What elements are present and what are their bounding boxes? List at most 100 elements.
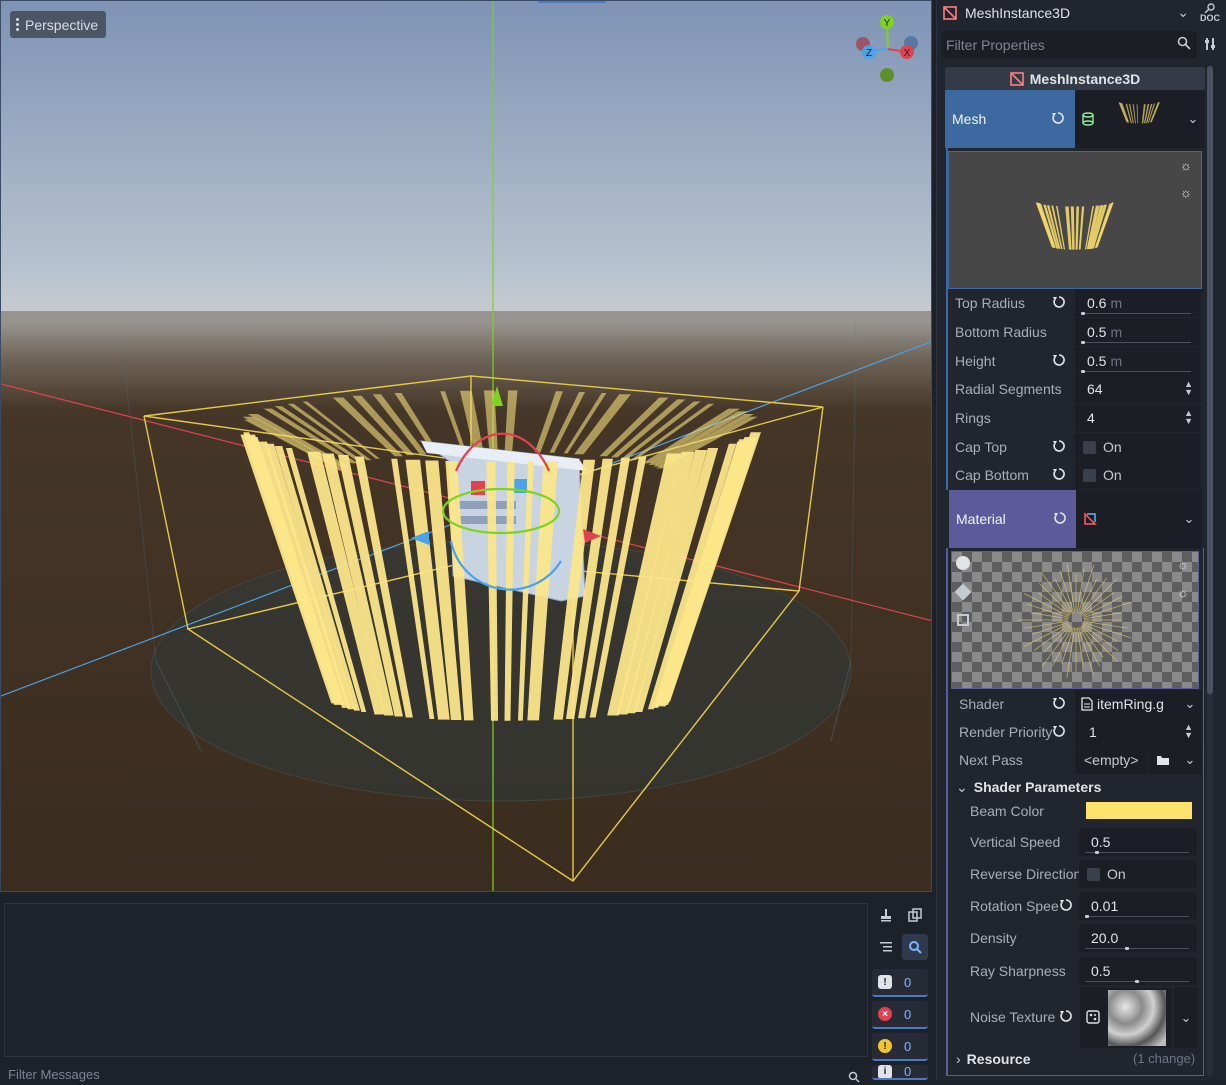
spin-arrows-icon[interactable]: ▲ ▼ — [1184, 380, 1193, 397]
checkbox-icon[interactable] — [1087, 868, 1100, 881]
3d-viewport[interactable]: Perspective Y Z X — [0, 0, 932, 892]
revert-icon[interactable] — [1052, 724, 1068, 740]
slider-knob[interactable] — [1095, 851, 1099, 854]
beam-color-swatch[interactable] — [1086, 802, 1192, 819]
slider-knob[interactable] — [1135, 980, 1139, 983]
next-pass-dropdown-button[interactable]: ⌄ — [1178, 746, 1202, 774]
render-priority-spinbox[interactable]: 1 ▲ ▼ — [1075, 718, 1201, 746]
mesh-dropdown-button[interactable]: ⌄ — [1181, 90, 1205, 148]
filter-messages-toggle[interactable]: ! 0 — [872, 969, 928, 997]
resource-section[interactable]: › Resource — [956, 1051, 1030, 1067]
output-log[interactable] — [4, 903, 868, 1057]
copy-output-button[interactable] — [902, 902, 928, 928]
rings-spinbox[interactable]: 4 ▲ ▼ — [1075, 404, 1201, 432]
material-property-header[interactable]: Material — [949, 490, 1076, 548]
object-tools-button[interactable] — [1199, 33, 1221, 55]
density-value: 20.0 — [1091, 930, 1119, 946]
light-toggle-icon[interactable]: ☼ — [1177, 585, 1189, 600]
node-name: MeshInstance3D — [965, 5, 1071, 21]
collapse-messages-button[interactable] — [873, 934, 899, 960]
bottom-radius-slider[interactable]: 0.5 m — [1075, 318, 1201, 346]
revert-icon[interactable] — [1053, 511, 1067, 525]
chevron-down-icon: ⌄ — [1177, 4, 1189, 20]
rotation-speed-slider[interactable]: 0.01 — [1079, 892, 1197, 920]
revert-icon[interactable] — [1052, 467, 1068, 483]
light-toggle-icon[interactable]: ☼ — [1180, 158, 1192, 173]
viewport-scene[interactable] — [1, 1, 932, 892]
filter-messages-input[interactable]: Filter Messages — [8, 1067, 868, 1085]
cap-bottom-checkbox[interactable]: On — [1075, 461, 1201, 489]
shader-dropdown-button[interactable]: ⌄ — [1178, 690, 1202, 718]
filter-warnings-toggle[interactable]: ! 0 — [872, 1033, 928, 1061]
shader-parameters-section[interactable]: ⌄ Shader Parameters — [956, 779, 1101, 796]
docs-search-icon — [1204, 3, 1215, 13]
reverse-direction-checkbox[interactable]: On — [1079, 860, 1197, 888]
light-toggle-icon[interactable]: ☼ — [1180, 185, 1192, 200]
rings-label: Rings — [955, 410, 991, 426]
height-slider[interactable]: 0.5 m — [1075, 347, 1201, 375]
axis-orientation-gizmo[interactable]: Y Z X — [853, 11, 923, 83]
density-label: Density — [970, 930, 1017, 946]
material-dropdown-button[interactable]: ⌄ — [1176, 490, 1202, 548]
search-icon — [1177, 36, 1191, 50]
filter-errors-toggle[interactable]: × 0 — [872, 1001, 928, 1029]
filter-properties-placeholder: Filter Properties — [946, 36, 1045, 53]
slider-knob[interactable] — [1081, 370, 1085, 373]
cap-top-label: Cap Top — [955, 439, 1007, 455]
sphere-preview-icon[interactable] — [956, 556, 970, 570]
shader-resource-picker[interactable]: itemRing.g — [1075, 690, 1178, 718]
next-pass-value: <empty> — [1084, 752, 1139, 768]
checkbox-icon[interactable] — [1083, 441, 1096, 454]
revert-icon[interactable] — [1052, 353, 1068, 369]
noise-texture-dropdown-button[interactable]: ⌄ — [1174, 988, 1198, 1048]
spin-arrows-icon[interactable]: ▲ ▼ — [1184, 723, 1193, 740]
mesh-property-header[interactable]: Mesh — [945, 90, 1075, 148]
shader-label: Shader — [959, 696, 1005, 712]
slider-knob[interactable] — [1081, 341, 1085, 344]
class-header-label: MeshInstance3D — [1029, 71, 1141, 87]
height-value: 0.5 m — [1087, 353, 1123, 369]
ray-sharpness-value: 0.5 — [1091, 963, 1111, 979]
checkbox-icon[interactable] — [1083, 469, 1096, 482]
chevron-down-icon: ⌄ — [1184, 752, 1196, 767]
toggle-search-button[interactable] — [902, 934, 928, 960]
ray-sharpness-slider[interactable]: 0.5 — [1079, 957, 1197, 985]
bottom-radius-label: Bottom Radius — [955, 324, 1047, 340]
cap-top-checkbox[interactable]: On — [1075, 433, 1201, 461]
material-resource-picker[interactable] — [1076, 490, 1176, 548]
height-label: Height — [955, 353, 996, 369]
perspective-menu-button[interactable]: Perspective — [10, 11, 107, 38]
next-pass-picker[interactable]: <empty> — [1075, 746, 1147, 774]
clear-output-button[interactable] — [873, 902, 899, 928]
top-radius-slider[interactable]: 0.6 m — [1075, 289, 1201, 317]
mesh-resource-picker[interactable] — [1075, 90, 1181, 148]
radial-segments-spinbox[interactable]: 64 ▲ ▼ — [1075, 375, 1201, 403]
slider-knob[interactable] — [1081, 312, 1085, 315]
info-icon: i — [878, 1065, 892, 1078]
revert-icon[interactable] — [1052, 696, 1068, 712]
message-icon: ! — [878, 975, 892, 989]
revert-icon[interactable] — [1052, 439, 1068, 455]
spin-arrows-icon[interactable]: ▲ ▼ — [1184, 409, 1193, 426]
filter-info-toggle[interactable]: i 0 — [872, 1065, 928, 1080]
slider-knob[interactable] — [1085, 915, 1089, 918]
load-resource-button[interactable] — [1148, 746, 1178, 774]
node-selector[interactable]: MeshInstance3D ⌄ — [937, 0, 1195, 26]
scrollbar-thumb[interactable] — [1207, 66, 1213, 694]
open-docs-button[interactable]: DOC — [1199, 2, 1221, 24]
cap-top-row: Cap Top On — [948, 433, 1202, 461]
slider-knob[interactable] — [1125, 947, 1129, 950]
vertical-speed-slider[interactable]: 0.5 — [1079, 828, 1197, 856]
density-slider[interactable]: 20.0 — [1079, 924, 1197, 952]
mesh-preview-render — [1035, 202, 1114, 250]
revert-icon[interactable] — [1059, 1009, 1075, 1025]
revert-icon[interactable] — [1052, 295, 1068, 311]
revert-icon[interactable] — [1059, 898, 1075, 914]
light-toggle-icon[interactable]: ☼ — [1177, 557, 1189, 572]
reverse-direction-row: Reverse Direction On — [963, 860, 1217, 888]
ray-sharpness-row: Ray Sharpness 0.5 — [963, 957, 1217, 985]
quad-preview-icon[interactable] — [957, 614, 969, 626]
error-icon: × — [878, 1007, 892, 1021]
revert-icon[interactable] — [1051, 111, 1065, 125]
filter-properties-input[interactable]: Filter Properties — [941, 31, 1197, 58]
